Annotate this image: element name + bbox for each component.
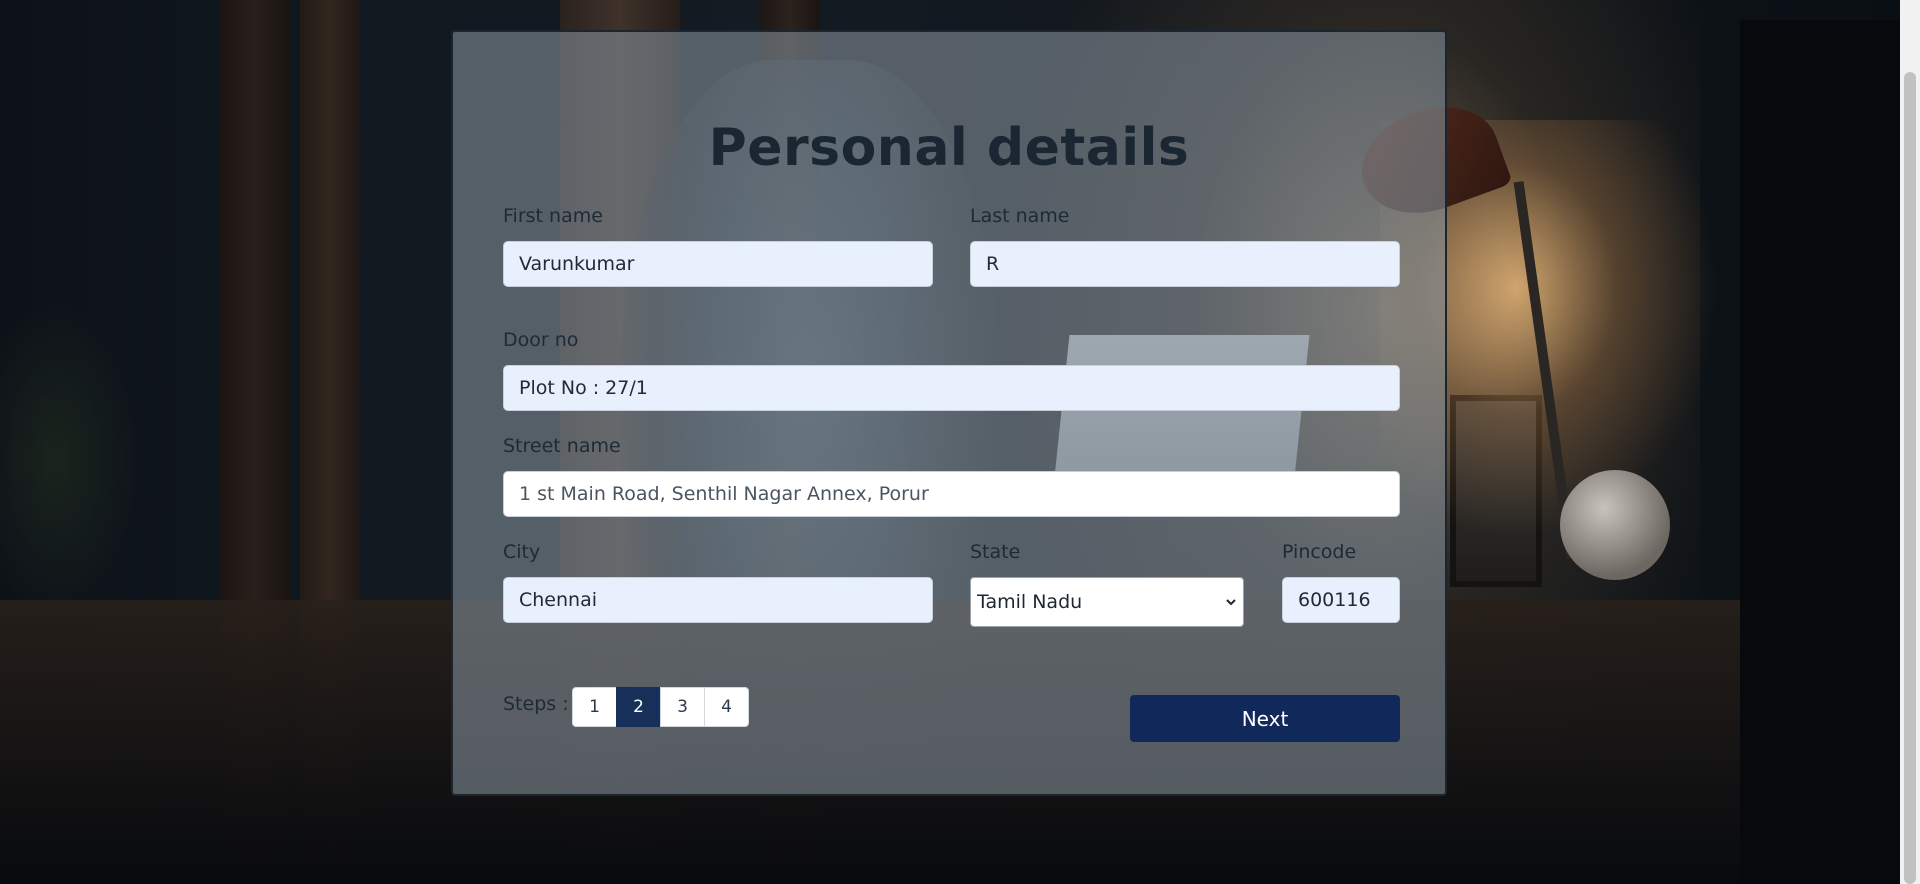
city-field[interactable]: Chennai: [503, 577, 933, 623]
personal-details-form: Personal details First name Varunkumar L…: [451, 30, 1447, 796]
pincode-field[interactable]: 600116: [1282, 577, 1400, 623]
state-select[interactable]: Tamil Nadu: [970, 577, 1244, 627]
street-name-value: 1 st Main Road, Senthil Nagar Annex, Por…: [519, 483, 929, 505]
next-button[interactable]: Next: [1130, 695, 1400, 742]
steps-pagination: 1 2 3 4: [572, 687, 749, 727]
door-no-value: Plot No : 27/1: [519, 377, 648, 399]
pincode-value: 600116: [1298, 589, 1371, 611]
step-2[interactable]: 2: [616, 687, 661, 727]
door-no-field[interactable]: Plot No : 27/1: [503, 365, 1400, 411]
city-value: Chennai: [519, 589, 598, 611]
state-selected-value: Tamil Nadu: [977, 591, 1083, 613]
scrollbar-thumb[interactable]: [1904, 72, 1916, 884]
last-name-label: Last name: [970, 205, 1070, 227]
page-scrollbar[interactable]: [1900, 0, 1920, 884]
street-name-field[interactable]: 1 st Main Road, Senthil Nagar Annex, Por…: [503, 471, 1400, 517]
first-name-field[interactable]: Varunkumar: [503, 241, 933, 287]
pincode-label: Pincode: [1282, 541, 1357, 563]
state-label: State: [970, 541, 1021, 563]
form-title: Personal details: [708, 118, 1190, 178]
door-no-label: Door no: [503, 329, 579, 351]
step-1[interactable]: 1: [572, 687, 617, 727]
first-name-value: Varunkumar: [519, 253, 635, 275]
city-label: City: [503, 541, 541, 563]
chevron-down-icon: [1226, 599, 1236, 606]
last-name-value: R: [986, 253, 1000, 275]
street-name-label: Street name: [503, 435, 621, 457]
step-4[interactable]: 4: [704, 687, 749, 727]
first-name-label: First name: [503, 205, 603, 227]
step-3[interactable]: 3: [660, 687, 705, 727]
last-name-field[interactable]: R: [970, 241, 1400, 287]
steps-label: Steps :: [503, 693, 569, 715]
